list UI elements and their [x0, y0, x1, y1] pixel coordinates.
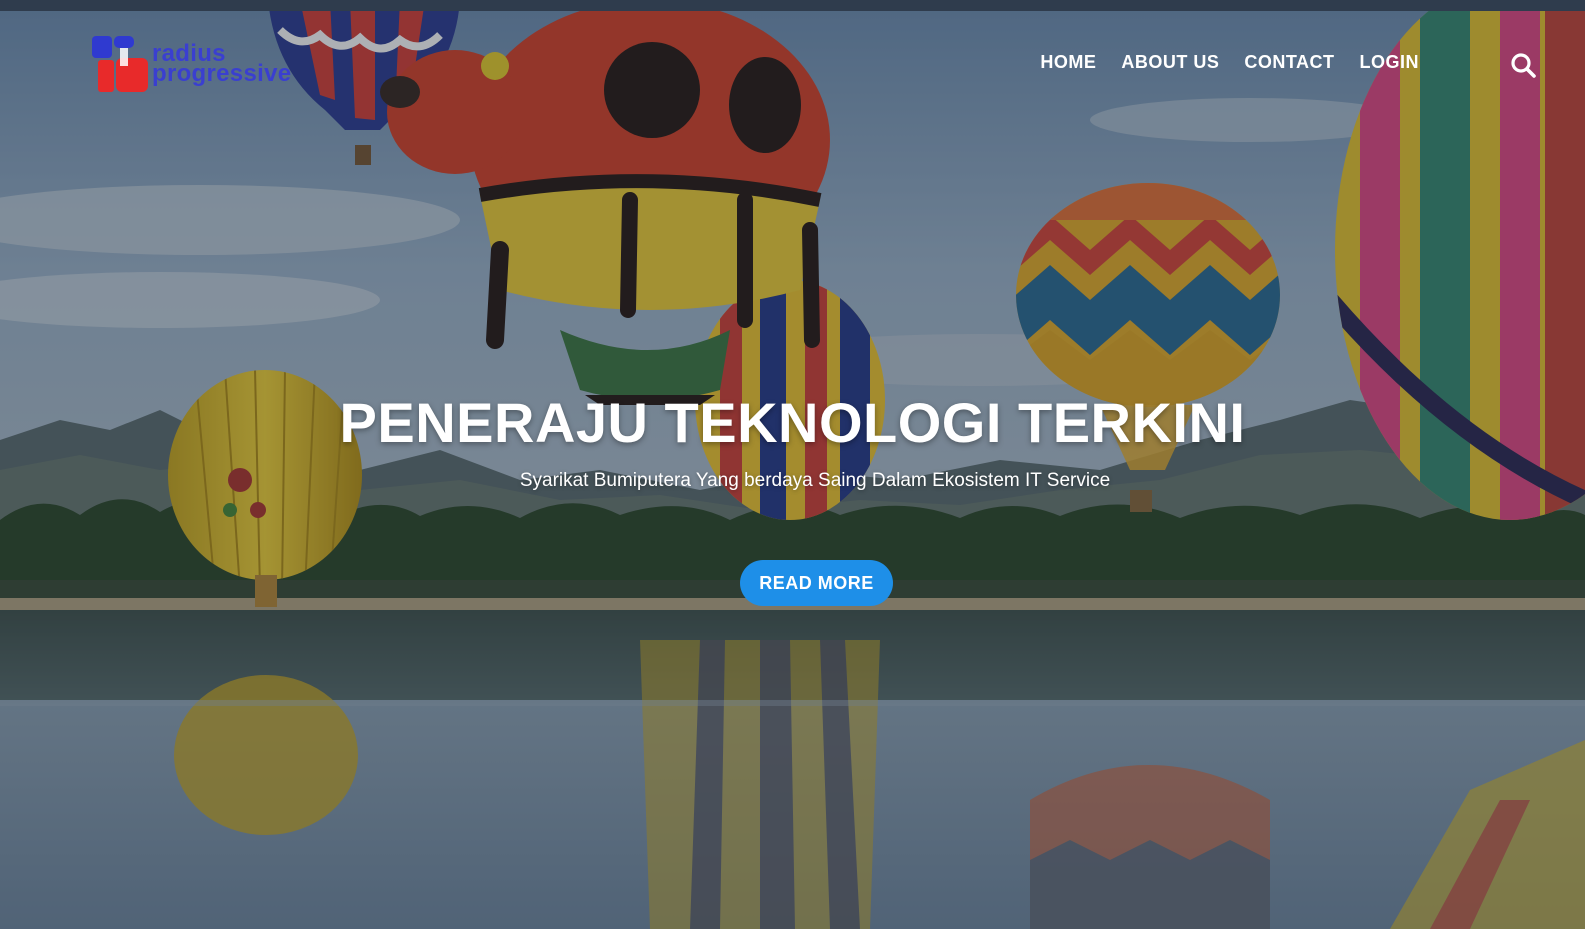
- nav-contact[interactable]: CONTACT: [1244, 52, 1334, 73]
- main-nav: HOME ABOUT US CONTACT LOGIN: [1040, 52, 1419, 73]
- search-button[interactable]: [1510, 52, 1536, 78]
- read-more-button[interactable]: READ MORE: [740, 560, 893, 606]
- logo-line-2: progressive: [152, 60, 292, 87]
- hero-subheadline: Syarikat Bumiputera Yang berdaya Saing D…: [519, 470, 1111, 491]
- nav-login[interactable]: LOGIN: [1360, 52, 1420, 73]
- top-strip: [0, 0, 1585, 11]
- hero-headline: PENERAJU TEKNOLOGI TERKINI: [339, 391, 1246, 454]
- brand-logo[interactable]: radius progressive: [90, 34, 310, 96]
- hero-background: [0, 0, 1585, 929]
- nav-about-us[interactable]: ABOUT US: [1121, 52, 1219, 73]
- logo-mark-icon: [92, 36, 148, 92]
- hero-dark-overlay: [0, 0, 1585, 929]
- logo-wordmark: radius progressive: [152, 42, 292, 87]
- search-icon: [1511, 53, 1536, 78]
- nav-home[interactable]: HOME: [1040, 52, 1096, 73]
